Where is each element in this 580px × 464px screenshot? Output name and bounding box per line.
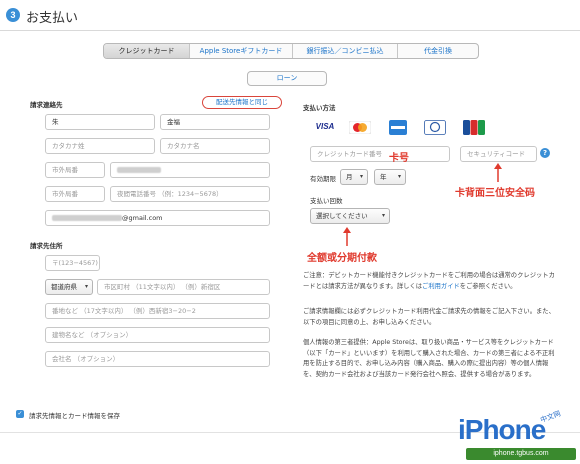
night-phone-field[interactable]: 夜間電話番号 （例：1234−5678） bbox=[110, 186, 270, 202]
installments-label: 支払い回数 bbox=[310, 197, 343, 205]
billing-address-label: 請求先住所 bbox=[30, 242, 63, 250]
header-divider bbox=[0, 30, 580, 31]
redacted-email bbox=[52, 215, 122, 221]
day-phone-field[interactable] bbox=[110, 162, 270, 178]
security-code-field[interactable]: セキュリティコード bbox=[460, 146, 537, 162]
tab-cash-on-delivery[interactable]: 代金引換 bbox=[398, 44, 478, 58]
amex-logo[interactable] bbox=[389, 120, 407, 135]
debit-card-notice: ご注意：デビットカード機能付きクレジットカードをご利用の場合は通常のクレジットカ… bbox=[303, 271, 556, 292]
notice-text: をご参照ください。 bbox=[459, 282, 517, 290]
mastercard-logo[interactable] bbox=[348, 120, 372, 135]
card-number-field[interactable]: クレジットカード番号 bbox=[310, 146, 450, 162]
kana-last-name-field[interactable]: カタカナ姓 bbox=[45, 138, 155, 154]
chevron-down-icon: ▾ bbox=[84, 283, 88, 290]
installments-annotation: 全额或分期付款 bbox=[307, 253, 377, 264]
building-field[interactable]: 建物名など （オプション） bbox=[45, 327, 270, 343]
kana-first-name-field[interactable]: カタカナ名 bbox=[160, 138, 270, 154]
watermark-logo: iPhone bbox=[458, 414, 546, 445]
visa-logo[interactable]: VISA bbox=[310, 120, 340, 134]
night-area-code-field[interactable]: 市外局番 bbox=[45, 186, 105, 202]
tab-credit-card[interactable]: クレジットカード bbox=[104, 44, 190, 58]
payment-method-label: 支払い方法 bbox=[303, 104, 336, 112]
expiry-year-value: 年 bbox=[380, 173, 387, 181]
tab-bank-convenience[interactable]: 銀行振込／コンビニ払込 bbox=[293, 44, 398, 58]
expiry-month-value: 月 bbox=[346, 173, 353, 181]
chevron-down-icon: ▾ bbox=[359, 173, 363, 180]
watermark-sub: 中文网 bbox=[539, 409, 562, 425]
area-code-field[interactable]: 市外局番 bbox=[45, 162, 105, 178]
expiry-year-select[interactable]: 年 ▾ bbox=[374, 169, 406, 185]
email-domain: @gmail.com bbox=[122, 214, 163, 222]
postal-code-field[interactable]: 〒(123−4567) bbox=[45, 255, 100, 271]
jcb-icon bbox=[463, 120, 485, 135]
chevron-down-icon: ▾ bbox=[381, 212, 385, 219]
diners-logo[interactable] bbox=[424, 120, 446, 135]
first-name-field[interactable]: 金福 bbox=[160, 114, 270, 130]
usage-guide-link[interactable]: ご利用ガイド bbox=[422, 283, 460, 290]
save-info-label: 請求先情報とカード情報を保存 bbox=[29, 412, 120, 420]
jcb-logo[interactable] bbox=[463, 120, 485, 135]
installments-select[interactable]: 選択してください ▾ bbox=[310, 208, 390, 224]
email-field[interactable]: @gmail.com bbox=[45, 210, 270, 226]
step-number-badge: 3 bbox=[6, 8, 20, 22]
security-code-annotation: 卡背面三位安全码 bbox=[455, 188, 535, 199]
same-as-shipping-link[interactable]: 配送先情報と同じ bbox=[202, 96, 282, 109]
arrow-up-icon bbox=[494, 163, 502, 182]
third-party-notice: 個人情報の第三者提供：Apple Storeは、取り扱い商品・サービス等をクレジ… bbox=[303, 339, 555, 378]
city-field[interactable]: 市区町村 （11文字以内） （例）新宿区 bbox=[97, 279, 270, 295]
card-number-annotation: 卡号 bbox=[389, 153, 409, 164]
payment-type-tabs: クレジットカード Apple Storeギフトカード 銀行振込／コンビニ払込 代… bbox=[103, 43, 479, 59]
loan-button[interactable]: ローン bbox=[247, 71, 327, 86]
installments-select-value: 選択してください bbox=[316, 212, 368, 220]
billing-info-notice: ご請求情報欄には必ずクレジットカード利用代金ご請求先の情報をご記入下さい。また、… bbox=[303, 308, 555, 326]
expiry-label: 有効期限 bbox=[310, 175, 336, 183]
billing-contact-label: 請求連絡先 bbox=[30, 101, 63, 109]
diners-club-icon bbox=[424, 120, 446, 135]
arrow-up-icon bbox=[343, 227, 351, 246]
chevron-down-icon: ▾ bbox=[397, 173, 401, 180]
watermark-url: iphone.tgbus.com bbox=[466, 448, 576, 460]
page-title: お支払い bbox=[26, 11, 79, 26]
tab-gift-card[interactable]: Apple Storeギフトカード bbox=[190, 44, 293, 58]
prefecture-select-value: 都道府県 bbox=[51, 283, 77, 291]
expiry-month-select[interactable]: 月 ▾ bbox=[340, 169, 368, 185]
mastercard-icon bbox=[348, 120, 372, 135]
amex-icon bbox=[389, 120, 407, 135]
help-icon[interactable]: ? bbox=[540, 148, 550, 158]
company-field[interactable]: 会社名 （オプション） bbox=[45, 351, 270, 367]
prefecture-select[interactable]: 都道府県 ▾ bbox=[45, 279, 93, 295]
save-info-checkbox[interactable]: ✓ bbox=[16, 410, 24, 418]
redacted-phone bbox=[117, 167, 161, 173]
street-field[interactable]: 番地など （17文字以内） （例）西新宿3−20−2 bbox=[45, 303, 270, 319]
last-name-field[interactable]: 朱 bbox=[45, 114, 155, 130]
